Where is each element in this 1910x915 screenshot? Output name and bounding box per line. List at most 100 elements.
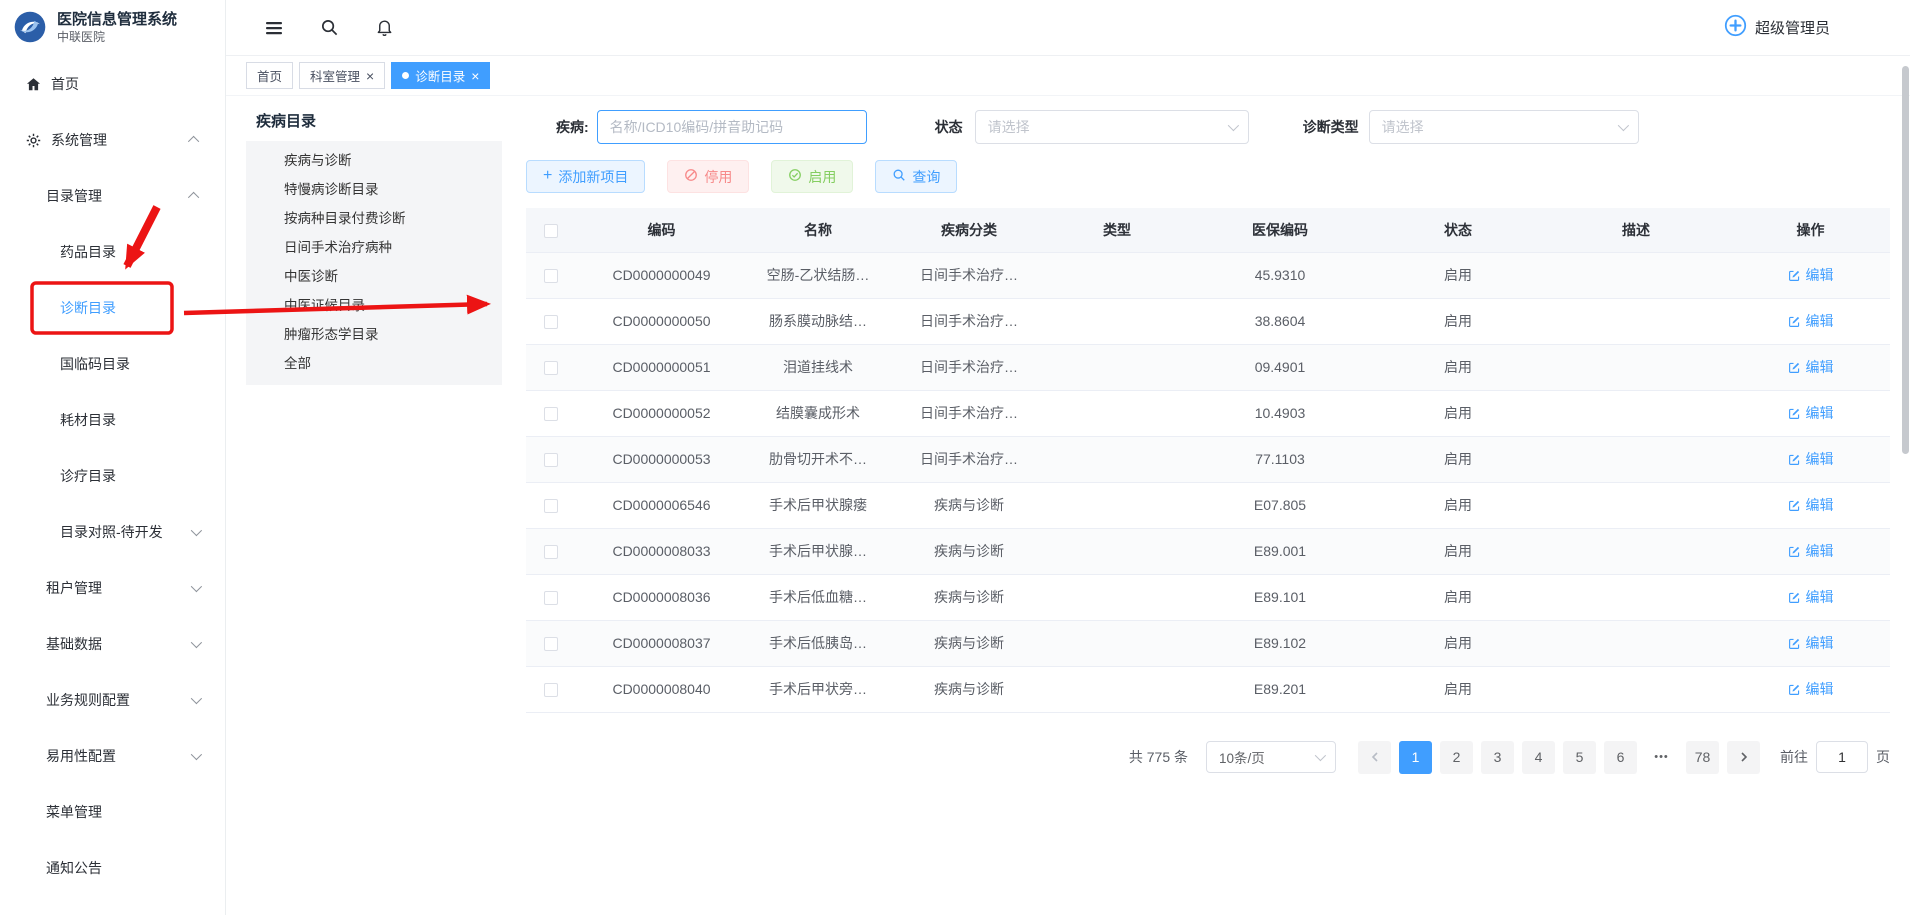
catalog-item[interactable]: 日间手术治疗病种 [246,233,502,262]
close-icon[interactable]: × [471,69,479,83]
sidebar-item-national-code-catalog[interactable]: 国临码目录 [0,336,225,392]
cell-code: CD0000008040 [576,666,747,712]
catalog-item[interactable]: 肿瘤形态学目录 [246,320,502,349]
toolbar: + 添加新项目 停用 启用 查询 [526,160,1890,193]
row-checkbox[interactable] [544,545,558,559]
row-checkbox[interactable] [544,591,558,605]
notification-bell-icon[interactable] [375,18,394,37]
select-all-checkbox[interactable] [544,224,558,238]
row-checkbox[interactable] [544,407,558,421]
enable-button[interactable]: 启用 [771,160,853,193]
sidebar-item-menu-mgmt[interactable]: 菜单管理 [0,784,225,840]
cell-insurance-code: E89.102 [1185,620,1375,666]
pager-more-button[interactable]: ••• [1645,741,1678,774]
column-header: 操作 [1731,208,1890,252]
catalog-item[interactable]: 全部 [246,349,502,378]
page-button-6[interactable]: 6 [1604,741,1637,774]
edit-button[interactable]: 编辑 [1788,541,1834,561]
disease-search-input[interactable] [597,110,867,144]
sidebar-item-treatment-catalog[interactable]: 诊疗目录 [0,448,225,504]
row-checkbox[interactable] [544,683,558,697]
row-checkbox[interactable] [544,637,558,651]
edit-icon [1788,315,1801,328]
search-icon[interactable] [320,18,339,37]
sidebar-item-business-rule-config[interactable]: 业务规则配置 [0,672,225,728]
sidebar-item-home[interactable]: 首页 [0,56,225,112]
row-checkbox[interactable] [544,499,558,513]
column-header: 状态 [1375,208,1541,252]
page-button-1[interactable]: 1 [1399,741,1432,774]
edit-button[interactable]: 编辑 [1788,449,1834,469]
row-checkbox[interactable] [544,269,558,283]
diagnosis-type-select[interactable]: 请选择 [1369,110,1639,144]
chevron-down-icon [191,693,202,704]
sidebar-item-catalog-mapping[interactable]: 目录对照-待开发 [0,504,225,560]
page-button-4[interactable]: 4 [1522,741,1555,774]
sidebar-item-notice[interactable]: 通知公告 [0,840,225,896]
cell-name: 手术后低血糖… [747,574,889,620]
catalog-item[interactable]: 按病种目录付费诊断 [246,204,502,233]
sidebar-item-diagnosis-catalog[interactable]: 诊断目录 [0,280,225,336]
goto-page-input[interactable] [1816,741,1868,773]
collapse-menu-icon[interactable] [264,18,284,38]
scrollbar-thumb[interactable] [1902,66,1909,454]
sidebar-item-system-mgmt[interactable]: 系统管理 [0,112,225,168]
catalog-item[interactable]: 特慢病诊断目录 [246,175,502,204]
medical-cross-icon [1724,14,1747,41]
filter-row: 疾病: 状态 请选择 诊断类型 请选择 [526,110,1890,144]
chevron-down-icon [191,581,202,592]
next-page-button[interactable] [1727,741,1760,774]
tab-科室管理[interactable]: 科室管理 × [299,62,385,89]
edit-button[interactable]: 编辑 [1788,633,1834,653]
edit-link-label: 编辑 [1806,449,1834,469]
query-button[interactable]: 查询 [875,160,957,193]
cell-description [1541,298,1731,344]
sidebar-item-drug-catalog[interactable]: 药品目录 [0,224,225,280]
edit-button[interactable]: 编辑 [1788,679,1834,699]
page-button-3[interactable]: 3 [1481,741,1514,774]
sidebar-item-catalog-mgmt[interactable]: 目录管理 [0,168,225,224]
add-item-button[interactable]: + 添加新项目 [526,160,645,193]
table-row: CD0000006546 手术后甲状腺瘘 疾病与诊断 E07.805 启用 编辑 [526,482,1890,528]
sidebar-item-label: 目录管理 [46,186,102,206]
edit-button[interactable]: 编辑 [1788,265,1834,285]
edit-button[interactable]: 编辑 [1788,403,1834,423]
edit-button[interactable]: 编辑 [1788,587,1834,607]
tab-首页[interactable]: 首页 [246,62,293,89]
edit-button[interactable]: 编辑 [1788,311,1834,331]
row-checkbox[interactable] [544,453,558,467]
sidebar-item-label: 诊疗目录 [60,466,116,486]
sidebar-item-label: 租户管理 [46,578,102,598]
circle-check-icon [788,168,802,185]
row-checkbox[interactable] [544,315,558,329]
sidebar-item-usability-config[interactable]: 易用性配置 [0,728,225,784]
close-icon[interactable]: × [366,69,374,83]
page-size-select[interactable]: 10条/页 [1206,741,1336,773]
catalog-item[interactable]: 中医证候目录 [246,291,502,320]
sidebar-item-label: 诊断目录 [60,298,116,318]
row-checkbox[interactable] [544,361,558,375]
edit-link-label: 编辑 [1806,679,1834,699]
page-size-value: 10条/页 [1219,747,1265,767]
sidebar-item-tenant-mgmt[interactable]: 租户管理 [0,560,225,616]
cell-status: 启用 [1375,344,1541,390]
user-menu[interactable]: 超级管理员 [1724,14,1830,41]
sidebar-item-base-data[interactable]: 基础数据 [0,616,225,672]
tab-诊断目录[interactable]: 诊断目录 × [391,62,490,89]
disable-button[interactable]: 停用 [667,160,749,193]
edit-button[interactable]: 编辑 [1788,357,1834,377]
cell-insurance-code: E89.201 [1185,666,1375,712]
page-button-78[interactable]: 78 [1686,741,1719,774]
catalog-item[interactable]: 中医诊断 [246,262,502,291]
edit-button[interactable]: 编辑 [1788,495,1834,515]
cell-category: 日间手术治疗… [889,390,1049,436]
goto-suffix: 页 [1876,747,1890,767]
status-select[interactable]: 请选择 [975,110,1249,144]
page-button-5[interactable]: 5 [1563,741,1596,774]
sidebar-item-consumable-catalog[interactable]: 耗材目录 [0,392,225,448]
catalog-item[interactable]: 疾病与诊断 [246,146,502,175]
cell-name: 肋骨切开术不… [747,436,889,482]
page-button-2[interactable]: 2 [1440,741,1473,774]
table-row: CD0000008033 手术后甲状腺… 疾病与诊断 E89.001 启用 编辑 [526,528,1890,574]
prev-page-button[interactable] [1358,741,1391,774]
